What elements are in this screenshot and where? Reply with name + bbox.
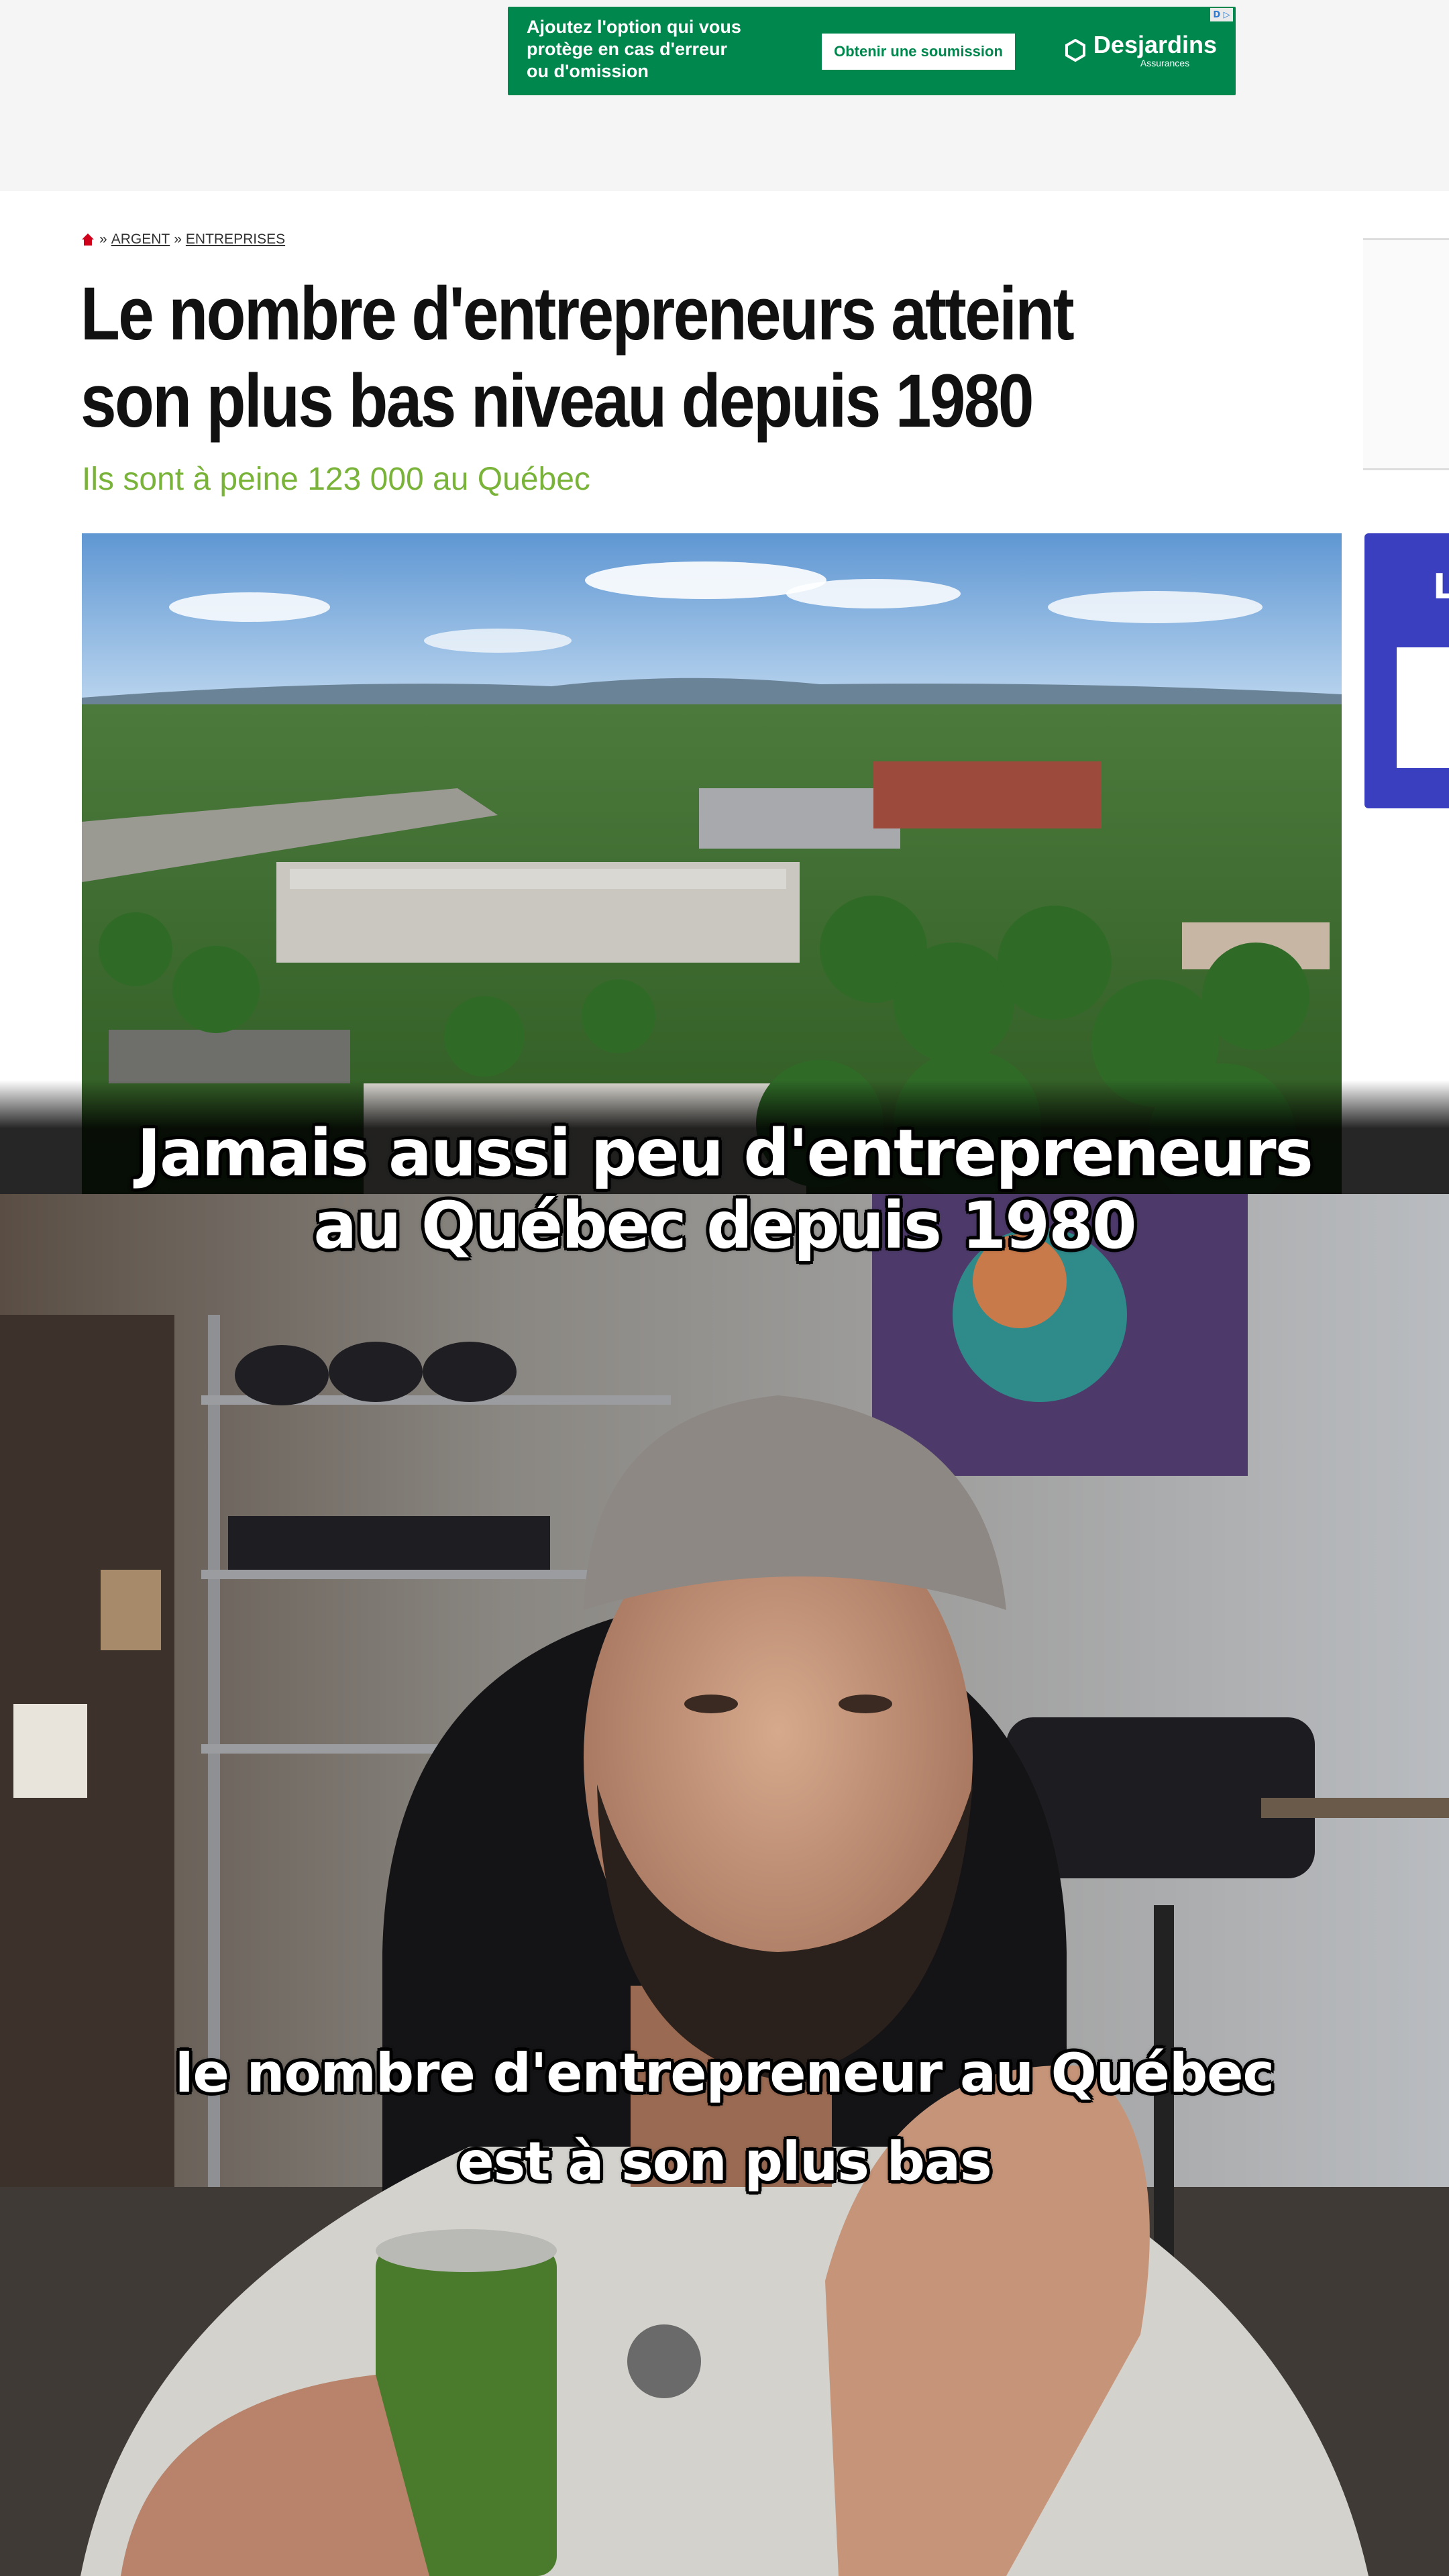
ad-strip: Ajoutez l'option qui vous protège en cas…: [0, 0, 1449, 191]
sidebar-promo-letter: L: [1433, 567, 1449, 607]
breadcrumb: » ARGENT » ENTREPRISES: [80, 231, 285, 248]
sidebar-widget[interactable]: [1363, 238, 1449, 470]
breadcrumb-separator: »: [99, 231, 107, 247]
ad-brand-logo: Desjardins Assurances: [1064, 32, 1217, 68]
ad-text: Ajoutez l'option qui vous protège en cas…: [527, 17, 741, 81]
article-screenshot: Ajoutez l'option qui vous protège en cas…: [0, 0, 1449, 1194]
ad-brand-name: Desjardins: [1093, 31, 1217, 58]
article-headline: Le nombre d'entrepreneurs atteint son pl…: [80, 272, 1075, 443]
article-subheadline: Ils sont à peine 123 000 au Québec: [82, 462, 590, 497]
desjardins-logo-icon: [1065, 39, 1085, 62]
camera-footage: [0, 1194, 1449, 2576]
home-icon[interactable]: [80, 232, 95, 247]
sidebar-promo[interactable]: L: [1364, 533, 1449, 808]
breadcrumb-link-entreprises[interactable]: ENTREPRISES: [186, 231, 285, 248]
caption-subtitle: le nombre d'entrepreneur au Québec est à…: [175, 2042, 1275, 2193]
ad-brand-sub: Assurances: [1140, 58, 1190, 68]
article-page: » ARGENT » ENTREPRISES Le nombre d'entre…: [0, 191, 1449, 1194]
breadcrumb-link-argent[interactable]: ARGENT: [111, 231, 170, 248]
ad-choices-badge[interactable]: D ▷: [1210, 8, 1233, 21]
sidebar-promo-document: [1397, 647, 1449, 768]
video-frame: Ajoutez l'option qui vous protège en cas…: [0, 0, 1449, 2576]
ad-banner[interactable]: Ajoutez l'option qui vous protège en cas…: [508, 7, 1236, 95]
ad-cta-button[interactable]: Obtenir une soumission: [822, 34, 1015, 70]
caption-headline: Jamais aussi peu d'entrepreneurs au Québ…: [137, 1116, 1313, 1263]
breadcrumb-separator: »: [174, 231, 182, 247]
